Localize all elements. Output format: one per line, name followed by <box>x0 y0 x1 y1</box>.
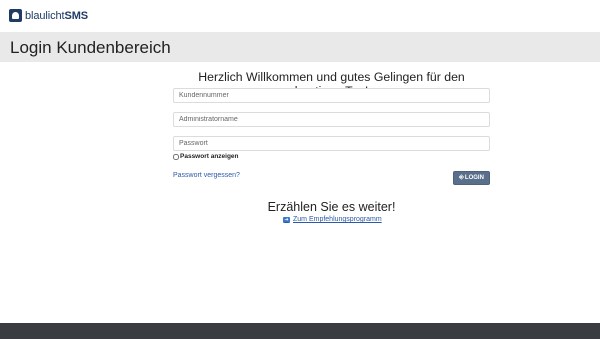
brand-name-bold: SMS <box>64 9 89 22</box>
arrow-right-icon: ➜ <box>283 216 290 223</box>
show-password-toggle[interactable]: Passwort anzeigen <box>173 153 239 160</box>
show-password-label: Passwort anzeigen <box>180 153 239 160</box>
brand-logo[interactable]: blaulichtSMS <box>9 9 88 22</box>
referral-link-label: Zum Empfehlungsprogramm <box>293 216 382 223</box>
title-bar: Login Kundenbereich <box>0 32 600 62</box>
login-button-label: LOGIN <box>464 175 484 181</box>
referral-heading: Erzählen Sie es weiter! <box>267 200 396 214</box>
login-button[interactable]: ⎆ LOGIN <box>453 171 490 185</box>
brand-name: blaulichtSMS <box>25 10 88 22</box>
admin-name-input[interactable] <box>173 112 490 127</box>
logo-icon <box>9 9 22 22</box>
customer-number-input[interactable] <box>173 88 490 103</box>
page-title: Login Kundenbereich <box>10 38 171 57</box>
password-input[interactable] <box>173 136 490 151</box>
top-bar: blaulichtSMS <box>0 0 600 32</box>
login-icon: ⎆ <box>459 174 464 181</box>
show-password-checkbox[interactable] <box>173 153 179 160</box>
referral-link[interactable]: ➜ Zum Empfehlungsprogramm <box>283 216 382 223</box>
footer <box>0 323 600 339</box>
brand-name-light: blaulicht <box>25 9 65 22</box>
forgot-password-link[interactable]: Passwort vergessen? <box>173 172 240 179</box>
